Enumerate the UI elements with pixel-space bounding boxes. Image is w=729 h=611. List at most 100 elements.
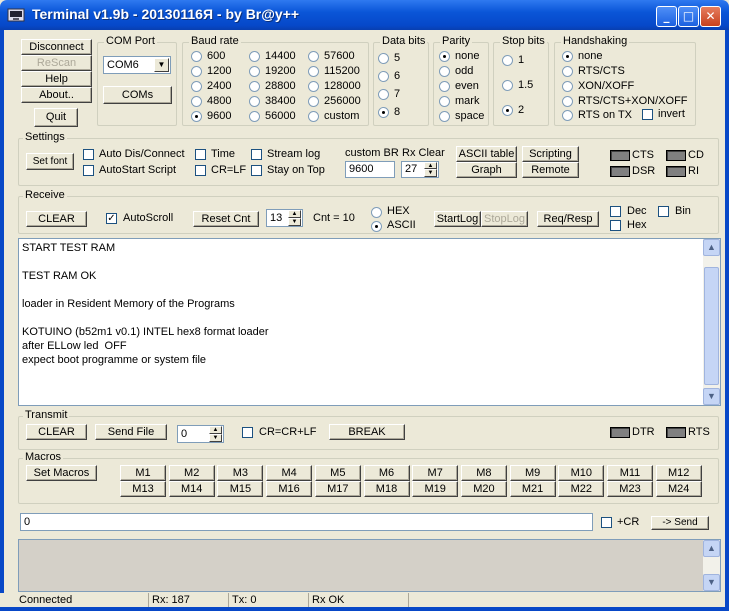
hex-checkbox[interactable] [610,220,621,231]
send-button[interactable]: -> Send [651,516,709,530]
baud-radio-600[interactable] [191,51,202,62]
cr-crlf-checkbox[interactable] [242,427,253,438]
macro-button-m18[interactable]: M18 [363,481,410,497]
sb-radio-1-5[interactable] [502,80,513,91]
break-button[interactable]: BREAK [329,424,405,440]
autostart-script-checkbox[interactable] [83,165,94,176]
minimize-button[interactable]: _ [656,6,677,27]
macro-button-m4[interactable]: M4 [266,465,313,481]
quit-button[interactable]: Quit [34,108,78,127]
baud-radio-57600[interactable] [308,51,319,62]
transmit-scrollbar[interactable]: ▲ ▼ [703,540,720,591]
spin-down-icon[interactable]: ▼ [288,218,301,226]
macro-button-m11[interactable]: M11 [607,465,653,481]
baud-radio-custom[interactable] [308,111,319,122]
time-checkbox[interactable] [195,149,206,160]
baud-radio-128000[interactable] [308,81,319,92]
macro-button-m23[interactable]: M23 [607,481,653,497]
scroll-up-icon[interactable]: ▲ [703,540,720,557]
ascii-table-button[interactable]: ASCII table [456,146,517,162]
auto-dis-connect-checkbox[interactable] [83,149,94,160]
baud-radio-115200[interactable] [308,66,319,77]
par-radio-even[interactable] [439,81,450,92]
transmit-counter-spinner[interactable]: 0 ▲ ▼ [177,425,224,443]
remote-button[interactable]: Remote [522,162,579,178]
send-file-button[interactable]: Send File [95,424,167,440]
hs-radio-none[interactable] [562,51,573,62]
startlog-button[interactable]: StartLog [434,211,481,227]
macro-button-m3[interactable]: M3 [217,465,264,481]
receive-scrollbar[interactable]: ▲ ▼ [703,239,720,405]
com-port-select[interactable]: COM6 ▼ [103,56,171,74]
baud-radio-256000[interactable] [308,96,319,107]
spin-down-icon[interactable]: ▼ [209,434,222,442]
sb-radio-2[interactable] [502,105,513,116]
dec-checkbox[interactable] [610,206,621,217]
autoscroll-checkbox[interactable]: ✓ [106,213,117,224]
bin-checkbox[interactable] [658,206,669,217]
db-radio-8[interactable] [378,107,389,118]
macro-button-m14[interactable]: M14 [168,481,215,497]
macro-button-m15[interactable]: M15 [217,481,264,497]
baud-radio-2400[interactable] [191,81,202,92]
stay-on-top-checkbox[interactable] [251,165,262,176]
baud-radio-28800[interactable] [249,81,260,92]
spin-up-icon[interactable]: ▲ [209,426,222,434]
send-input[interactable]: 0 [20,513,593,531]
macro-button-m12[interactable]: M12 [655,465,702,481]
baud-radio-19200[interactable] [249,66,260,77]
macro-button-m2[interactable]: M2 [168,465,215,481]
macro-button-m1[interactable]: M1 [120,465,166,481]
spin-down-icon[interactable]: ▼ [424,169,437,177]
graph-button[interactable]: Graph [456,162,517,178]
sb-radio-1[interactable] [502,55,513,66]
rescan-button[interactable]: ReScan [21,55,92,71]
invert-checkbox[interactable] [642,109,653,120]
transmit-output[interactable]: ▲ ▼ [18,539,721,592]
coms-button[interactable]: COMs [103,86,172,104]
hs-radio-rts-cts-xon-xoff[interactable] [562,96,573,107]
cr-checkbox[interactable] [601,517,612,528]
receive-clear-button[interactable]: CLEAR [26,211,87,227]
transmit-clear-button[interactable]: CLEAR [26,424,87,440]
scroll-thumb[interactable] [704,267,719,385]
chevron-down-icon[interactable]: ▼ [154,58,169,72]
db-radio-5[interactable] [378,53,389,64]
custom-br-input[interactable]: 9600 [345,161,395,178]
help-button[interactable]: Help [21,71,92,87]
db-radio-7[interactable] [378,89,389,100]
baud-radio-38400[interactable] [249,96,260,107]
set-macros-button[interactable]: Set Macros [26,465,97,481]
scroll-up-icon[interactable]: ▲ [703,239,720,256]
macro-button-m24[interactable]: M24 [655,481,702,497]
macro-button-m21[interactable]: M21 [509,481,556,497]
baud-radio-4800[interactable] [191,96,202,107]
par-radio-space[interactable] [439,111,450,122]
rx-clear-spinner[interactable]: 27 ▲ ▼ [401,161,439,178]
macro-button-m9[interactable]: M9 [509,465,556,481]
stoplog-button[interactable]: StopLog [481,211,528,227]
about-button[interactable]: About.. [21,87,92,103]
par-radio-none[interactable] [439,51,450,62]
disconnect-button[interactable]: Disconnect [21,39,92,55]
spin-up-icon[interactable]: ▲ [424,162,437,169]
req-resp-button[interactable]: Req/Resp [537,211,599,227]
close-button[interactable]: ✕ [700,6,721,27]
baud-radio-1200[interactable] [191,66,202,77]
macro-button-m7[interactable]: M7 [412,465,459,481]
hs-radio-xon-xoff[interactable] [562,81,573,92]
par-radio-mark[interactable] [439,96,450,107]
scroll-down-icon[interactable]: ▼ [703,574,720,591]
macro-button-m8[interactable]: M8 [460,465,507,481]
scroll-down-icon[interactable]: ▼ [703,388,720,405]
hex-radio[interactable] [371,207,382,218]
baud-radio-14400[interactable] [249,51,260,62]
macro-button-m10[interactable]: M10 [558,465,605,481]
par-radio-odd[interactable] [439,66,450,77]
baud-radio-56000[interactable] [249,111,260,122]
macro-button-m5[interactable]: M5 [314,465,361,481]
title-bar[interactable]: Terminal v1.9b - 20130116Я - by Br@y++ _… [0,0,729,30]
ascii-radio[interactable] [371,221,382,232]
dtr-led-icon[interactable] [610,427,630,438]
receive-terminal[interactable]: START TEST RAM TEST RAM OK loader in Resid… [18,238,721,406]
